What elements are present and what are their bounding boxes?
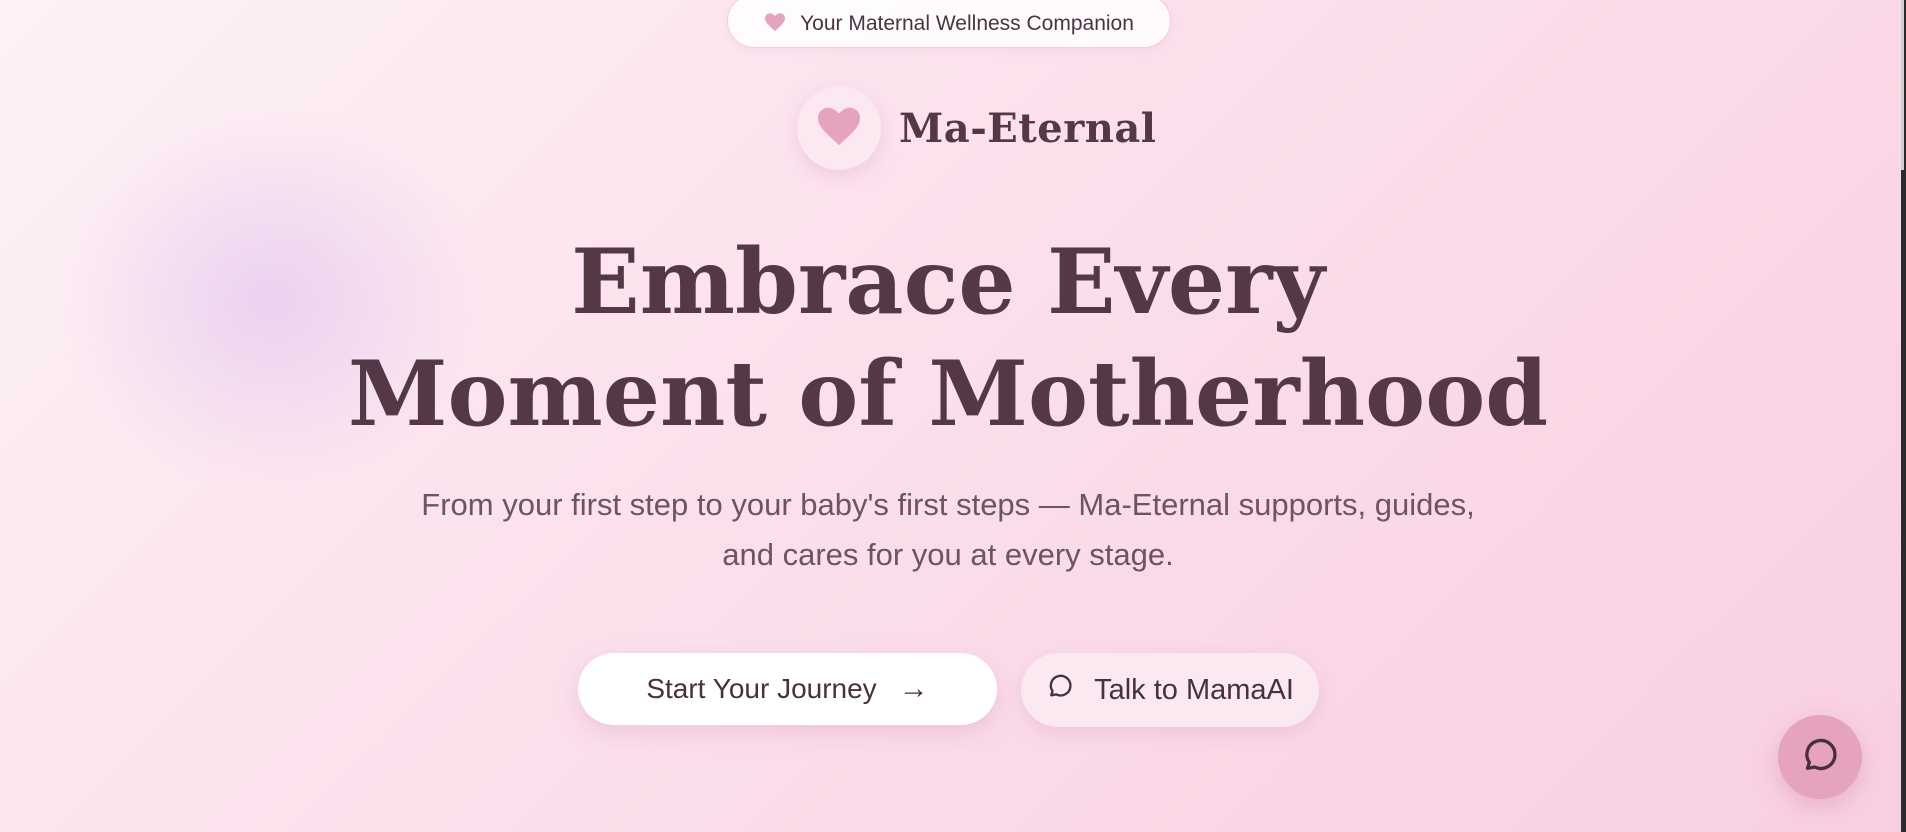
heart-icon (816, 105, 862, 152)
hero-subtitle: From your first step to your baby's firs… (421, 487, 1475, 572)
headline-line-1: Embrace Every (571, 229, 1325, 335)
talk-to-mamaai-label: Talk to MamaAI (1094, 673, 1294, 706)
talk-to-mamaai-button[interactable]: Talk to MamaAI (1021, 653, 1319, 727)
start-journey-button[interactable]: Start Your Journey → (578, 653, 997, 725)
tagline-badge: Your Maternal Wellness Companion (727, 0, 1171, 48)
chat-bubble-icon (1800, 735, 1840, 780)
chat-fab-button[interactable] (1778, 715, 1862, 799)
chat-bubble-icon (1046, 672, 1074, 708)
headline-line-2: Moment of Motherhood (347, 341, 1549, 447)
tagline-text: Your Maternal Wellness Companion (800, 12, 1134, 35)
brand: Ma-Eternal (797, 86, 1156, 170)
hero-headline: Embrace Every Moment of Motherhood (0, 226, 1896, 450)
arrow-right-icon: → (898, 672, 929, 705)
start-journey-label: Start Your Journey (646, 673, 877, 704)
heart-icon (764, 12, 786, 37)
brand-name: Ma-Eternal (899, 104, 1157, 152)
logo (797, 86, 881, 170)
window-scrollbar[interactable] (1901, 0, 1906, 832)
